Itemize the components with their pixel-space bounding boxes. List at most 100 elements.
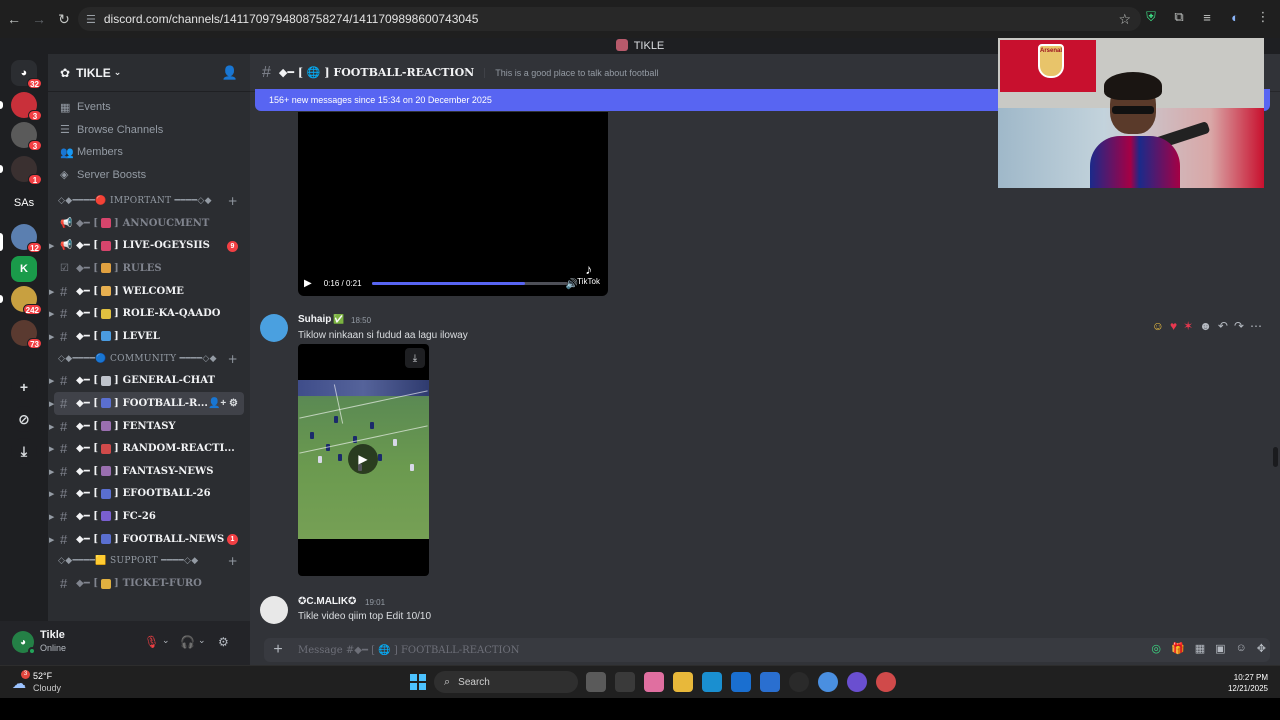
channel-item[interactable]: ☑ ◆━ [] RULES [54,257,244,280]
category-header[interactable]: ◇◆━━━━🔵 COMMUNITY ━━━━◇◆ + [48,348,250,370]
hash-icon: # [60,486,68,502]
channel-item[interactable]: ▶ # ◆━ [] FC-26 [49,505,244,528]
invite-people-icon[interactable]: 👤 [222,65,238,81]
chrome-profile-icon[interactable] [876,672,896,692]
channel-item[interactable]: ▶ # ◆━ [] FENTASY [49,415,244,438]
menu-server-boosts[interactable]: ◈ Server Boosts [48,164,250,187]
store-icon[interactable] [731,672,751,692]
server-label-sas[interactable]: SAs [11,190,37,216]
channel-item[interactable]: ▶ # ◆━ [] LEVEL [49,325,244,348]
menu-icon[interactable]: ⋮ [1254,8,1272,26]
file-manager-icon[interactable] [615,672,635,692]
play-icon[interactable]: ▶ [348,444,378,474]
server-server-active[interactable]: 12 [11,224,42,253]
play-icon[interactable]: ▶ [304,278,312,289]
avatar[interactable] [260,314,288,342]
channel-topic[interactable]: This is a good place to talk about footb… [484,67,658,78]
channel-item[interactable]: ▶ # ◆━ [] GENERAL-CHAT [49,370,244,393]
system-clock[interactable]: 10:27 PM 12/21/2025 [1228,672,1268,694]
menu-events[interactable]: ▦ Events [48,96,250,119]
category-header[interactable]: ◇◆━━━━🔴 IMPORTANT ━━━━◇◆ + [48,190,250,212]
channel-item[interactable]: ▶ # ◆━ [] ROLE-KA-QAADO [49,302,244,325]
copilot-icon[interactable] [644,672,664,692]
add-attachment-icon[interactable]: + [268,641,288,659]
server-server-photo-3[interactable]: 73 [11,320,42,349]
video-attachment[interactable]: ▶ ⤓ [298,344,429,576]
message-input[interactable]: Message #◆━ [ 🌐 ] FOOTBALL-REACTION [298,645,519,656]
bookmark-star-icon[interactable]: ☆ [1118,11,1131,28]
message-author[interactable]: ✪C.MALIK✪ [298,596,356,607]
server-server-photo-2[interactable]: 1 [11,156,42,185]
obs-icon[interactable] [847,672,867,692]
add-server-icon[interactable]: + [11,374,37,400]
back-icon[interactable]: ← [3,8,25,30]
channel-item[interactable]: # ◆━ [] TICKET-FURO [54,572,244,595]
outlook-icon[interactable] [760,672,780,692]
download-icon[interactable]: ⤓ [405,348,425,368]
more-options-icon[interactable]: ⋯ [1250,319,1262,333]
category-header[interactable]: ◇◆━━━━🟨 SUPPORT ━━━━◇◆ + [48,550,250,572]
channel-item[interactable]: ▶ # ◆━ [] WELCOME [49,280,244,303]
gif-icon[interactable]: ▦ [1195,642,1205,655]
forward-icon[interactable]: → [28,8,50,30]
menu-browse-channels[interactable]: ☰ Browse Channels [48,119,250,142]
address-bar[interactable]: ☰ discord.com/channels/14117097948087582… [78,7,1141,31]
menu-members[interactable]: 👥 Members [48,141,250,164]
reply-icon[interactable]: ↶ [1218,319,1228,333]
discover-icon[interactable]: ⊘ [11,406,37,432]
download-apps-icon[interactable]: ⤓ [11,438,37,464]
chevron-down-icon[interactable]: ⌄ [162,635,170,646]
channel-item[interactable]: ▶ # ◆━ [] FOOTBALL-R... 👤+ ⚙ [49,392,244,415]
profile-icon[interactable]: ◐ [1226,8,1244,26]
hundred-reaction-icon[interactable]: ✶ [1183,319,1193,333]
video-player[interactable]: ▶ 0:16 / 0:21 🔊 ♪ TikTok [298,112,608,296]
channel-item[interactable]: ▶ # ◆━ [] EFOOTBALL-26 [49,483,244,506]
headphones-icon[interactable]: 🎧 [180,635,195,649]
chevron-down-icon[interactable]: ⌄ [198,635,206,646]
server-server-yellow[interactable]: 242 [11,286,42,315]
edge-icon[interactable] [702,672,722,692]
avatar[interactable] [260,596,288,624]
media-icon[interactable] [789,672,809,692]
server-server-green[interactable]: K [11,256,37,282]
app-icon[interactable]: ◎ [1151,642,1161,655]
server-direct-messages[interactable]: ◕ 32 [11,60,42,89]
username[interactable]: Tikle [40,629,65,641]
server-header[interactable]: ✿ TIKLE ⌄ 👤 [48,54,250,92]
apps-icon[interactable]: ✥ [1257,642,1266,655]
message-author[interactable]: Suhaip [298,314,331,325]
shield-extension-icon[interactable]: ⛨ [1142,8,1160,26]
taskbar-search[interactable]: ⌕ Search [434,671,578,693]
heart-reaction-icon[interactable]: ♥ [1170,319,1177,333]
channel-settings-icon[interactable]: 👤+ ⚙ [208,398,238,409]
extensions-icon[interactable]: ⧉ [1170,8,1188,26]
windows-start-icon[interactable] [410,674,426,690]
server-server-red[interactable]: 3 [11,92,42,121]
create-channel-icon[interactable]: + [228,554,238,568]
laugh-reaction-icon[interactable]: ☺ [1152,319,1164,333]
create-channel-icon[interactable]: + [228,352,238,366]
task-view-icon[interactable] [586,672,606,692]
channel-item[interactable]: ▶ # ◆━ [] FANTASY-NEWS [49,460,244,483]
channel-item[interactable]: ▶ # ◆━ [] RANDOM-REACTI... [49,437,244,460]
emoji-icon[interactable]: ☺ [1236,642,1247,655]
scrollbar[interactable] [1273,447,1278,467]
file-explorer-icon[interactable] [673,672,693,692]
create-channel-icon[interactable]: + [228,194,238,208]
channel-item[interactable]: 📢 ◆━ [] ANNOUCMENT [54,212,244,235]
server-server-photo-1[interactable]: 3 [11,122,42,151]
channel-item[interactable]: ▶ 📢 ◆━ [] LIVE-OGEYSIIS 9 [49,235,244,258]
media-icon[interactable]: ≡ [1198,8,1216,26]
forward-icon[interactable]: ↷ [1234,319,1244,333]
settings-gear-icon[interactable]: ⚙ [218,635,229,649]
mute-microphone-icon[interactable]: 🎙 [144,635,159,649]
reload-icon[interactable]: ↻ [53,8,75,30]
sticker-icon[interactable]: ▣ [1215,642,1225,655]
gift-icon[interactable]: 🎁 [1171,642,1185,655]
video-progress-bar[interactable] [371,281,568,285]
site-info-icon[interactable]: ☰ [86,13,96,26]
channel-item[interactable]: ▶ # ◆━ [] FOOTBALL-NEWS 1 [49,528,244,551]
add-reaction-icon[interactable]: ☻ [1199,319,1212,333]
volume-icon[interactable]: 🔊 [566,279,578,290]
chrome-icon[interactable] [818,672,838,692]
